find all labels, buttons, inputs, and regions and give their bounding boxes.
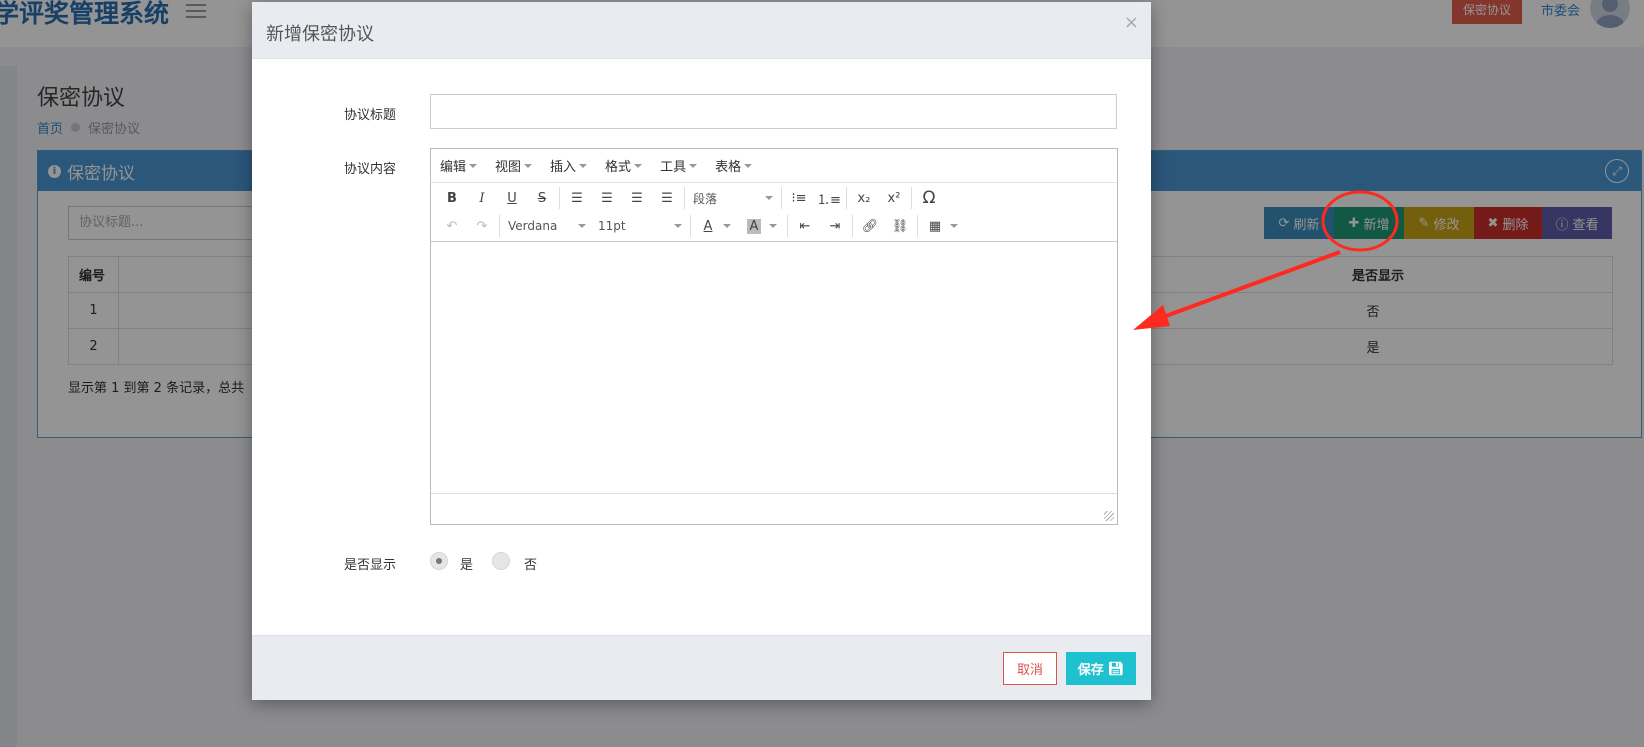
annotation-overlay [1133,190,1399,330]
annotation-arrow-head [1133,305,1170,330]
annotation-arrow-line [1154,250,1341,322]
annotation-circle [1321,190,1399,252]
